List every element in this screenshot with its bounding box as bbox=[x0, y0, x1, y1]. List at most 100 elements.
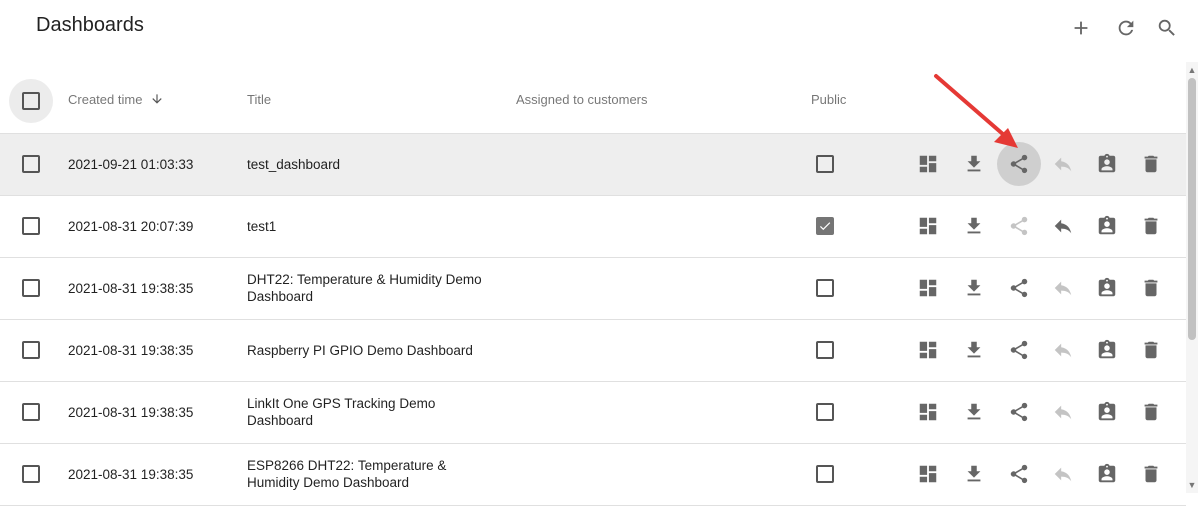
search-button[interactable] bbox=[1153, 14, 1181, 42]
column-public[interactable]: Public bbox=[811, 92, 846, 107]
open-dashboard-button[interactable] bbox=[910, 146, 946, 182]
make-public-button[interactable] bbox=[997, 142, 1041, 186]
manage-customers-button[interactable] bbox=[1089, 394, 1125, 430]
dashboards-table: Created time Title Assigned to customers… bbox=[0, 70, 1186, 506]
export-button[interactable] bbox=[956, 146, 992, 182]
column-assigned[interactable]: Assigned to customers bbox=[516, 92, 648, 107]
row-checkbox[interactable] bbox=[22, 465, 40, 483]
title-cell: test1 bbox=[247, 219, 277, 234]
row-checkbox[interactable] bbox=[22, 217, 40, 235]
page-header: Dashboards bbox=[0, 0, 1198, 60]
open-dashboard-button[interactable] bbox=[910, 394, 946, 430]
column-created-time[interactable]: Created time bbox=[68, 92, 164, 107]
assignment-icon bbox=[1098, 153, 1116, 173]
public-checkbox bbox=[816, 465, 834, 483]
add-button[interactable] bbox=[1067, 14, 1095, 42]
title-cell: LinkIt One GPS Tracking Demo Dashboard bbox=[247, 396, 436, 428]
delete-button[interactable] bbox=[1133, 456, 1169, 492]
search-icon bbox=[1158, 19, 1175, 36]
manage-customers-button[interactable] bbox=[1089, 146, 1125, 182]
title-cell: DHT22: Temperature & Humidity Demo Dashb… bbox=[247, 272, 482, 304]
dashboard-icon bbox=[919, 403, 937, 421]
make-public-button bbox=[1001, 208, 1037, 244]
arrow-down-icon bbox=[152, 94, 162, 104]
select-all-checkbox[interactable] bbox=[22, 92, 40, 110]
reply-icon bbox=[1054, 219, 1072, 234]
share-icon bbox=[1010, 464, 1028, 484]
table-row[interactable]: 2021-08-31 19:38:35 LinkIt One GPS Tracki… bbox=[0, 382, 1186, 444]
export-button[interactable] bbox=[956, 332, 992, 368]
download-icon bbox=[967, 217, 981, 234]
manage-customers-button[interactable] bbox=[1089, 270, 1125, 306]
created-time-cell: 2021-08-31 19:38:35 bbox=[68, 467, 194, 482]
public-checkbox bbox=[816, 341, 834, 359]
scrollbar[interactable]: ▲ ▼ bbox=[1186, 62, 1198, 493]
row-checkbox[interactable] bbox=[22, 155, 40, 173]
scroll-thumb[interactable] bbox=[1188, 78, 1196, 340]
assignment-icon bbox=[1098, 215, 1116, 235]
make-public-button[interactable] bbox=[1001, 270, 1037, 306]
page-title: Dashboards bbox=[36, 14, 144, 36]
manage-customers-button[interactable] bbox=[1089, 332, 1125, 368]
created-time-cell: 2021-09-21 01:03:33 bbox=[68, 157, 194, 172]
refresh-button[interactable] bbox=[1112, 14, 1140, 42]
assignment-icon bbox=[1098, 277, 1116, 297]
make-private-button bbox=[1045, 394, 1081, 430]
make-public-button[interactable] bbox=[1001, 456, 1037, 492]
download-icon bbox=[967, 341, 981, 358]
manage-customers-button[interactable] bbox=[1089, 456, 1125, 492]
export-button[interactable] bbox=[956, 456, 992, 492]
plus-icon bbox=[1074, 21, 1088, 35]
make-public-button[interactable] bbox=[1001, 394, 1037, 430]
created-time-cell: 2021-08-31 19:38:35 bbox=[68, 281, 194, 296]
delete-button[interactable] bbox=[1133, 270, 1169, 306]
table-row[interactable]: 2021-08-31 19:38:35 DHT22: Temperature & … bbox=[0, 258, 1186, 320]
delete-button[interactable] bbox=[1133, 332, 1169, 368]
column-title[interactable]: Title bbox=[247, 92, 271, 107]
open-dashboard-button[interactable] bbox=[910, 270, 946, 306]
export-button[interactable] bbox=[956, 270, 992, 306]
download-icon bbox=[967, 465, 981, 482]
dashboard-icon bbox=[919, 155, 937, 173]
table-row[interactable]: 2021-08-31 19:38:35 Raspberry PI GPIO Dem… bbox=[0, 320, 1186, 382]
open-dashboard-button[interactable] bbox=[910, 208, 946, 244]
created-time-cell: 2021-08-31 19:38:35 bbox=[68, 343, 194, 358]
table-row[interactable]: 2021-08-31 20:07:39 test1 bbox=[0, 196, 1186, 258]
public-checkbox bbox=[816, 403, 834, 421]
column-created-time-label: Created time bbox=[68, 92, 143, 107]
dashboard-icon bbox=[919, 465, 937, 483]
created-time-cell: 2021-08-31 20:07:39 bbox=[68, 219, 194, 234]
reply-icon bbox=[1054, 157, 1072, 172]
download-icon bbox=[967, 155, 981, 172]
dashboard-icon bbox=[919, 217, 937, 235]
download-icon bbox=[967, 403, 981, 420]
table-header: Created time Title Assigned to customers… bbox=[0, 70, 1186, 134]
row-checkbox[interactable] bbox=[22, 279, 40, 297]
export-button[interactable] bbox=[956, 394, 992, 430]
table-body: 2021-09-21 01:03:33 test_dashboard 2021-08… bbox=[0, 134, 1186, 506]
title-cell: test_dashboard bbox=[247, 157, 341, 172]
export-button[interactable] bbox=[956, 208, 992, 244]
row-checkbox[interactable] bbox=[22, 341, 40, 359]
open-dashboard-button[interactable] bbox=[910, 332, 946, 368]
table-row[interactable]: 2021-09-21 01:03:33 test_dashboard bbox=[0, 134, 1186, 196]
assignment-icon bbox=[1098, 339, 1116, 359]
share-icon bbox=[1010, 154, 1028, 174]
dashboard-icon bbox=[919, 279, 937, 297]
manage-customers-button[interactable] bbox=[1089, 208, 1125, 244]
make-private-button bbox=[1045, 332, 1081, 368]
open-dashboard-button[interactable] bbox=[910, 456, 946, 492]
share-icon bbox=[1010, 278, 1028, 298]
make-public-button[interactable] bbox=[1001, 332, 1037, 368]
delete-button[interactable] bbox=[1133, 208, 1169, 244]
delete-button[interactable] bbox=[1133, 394, 1169, 430]
scroll-up-icon[interactable]: ▲ bbox=[1186, 64, 1198, 76]
make-private-button bbox=[1045, 270, 1081, 306]
scroll-down-icon[interactable]: ▼ bbox=[1186, 479, 1198, 491]
row-checkbox[interactable] bbox=[22, 403, 40, 421]
delete-icon bbox=[1144, 341, 1158, 359]
make-private-button[interactable] bbox=[1045, 208, 1081, 244]
table-row[interactable]: 2021-08-31 19:38:35 ESP8266 DHT22: Temper… bbox=[0, 444, 1186, 506]
delete-button[interactable] bbox=[1133, 146, 1169, 182]
delete-icon bbox=[1144, 465, 1158, 483]
